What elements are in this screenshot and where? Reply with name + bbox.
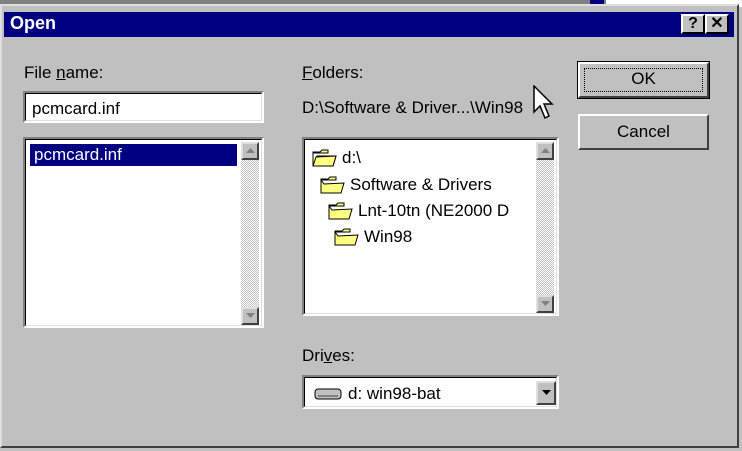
open-folder-icon [320,176,345,194]
drives-label: Drives: [302,346,355,365]
open-folder-icon [312,149,337,167]
folder-item-software-drivers[interactable]: Software & Drivers [320,172,492,198]
close-icon: ✕ [710,15,724,32]
folder-item-lnt-10tn[interactable]: Lnt-10tn (NE2000 D [328,198,509,224]
folder-item-d[interactable]: d:\ [312,145,361,171]
arrow-down-icon [246,313,255,318]
folder-list-scrollbar[interactable] [536,142,554,313]
dialog-title: Open [10,13,57,33]
scroll-up-button[interactable] [241,142,259,160]
scroll-up-button[interactable] [536,142,554,160]
cancel-button[interactable]: Cancel [578,114,709,150]
folder-list[interactable]: d:\ Software & Drivers Lnt-10tn (NE2000 … [302,137,559,316]
open-folder-icon [334,228,359,246]
list-item[interactable]: pcmcard.inf [30,144,237,166]
folders-label: Folders: [302,63,364,82]
help-icon: ? [688,15,698,32]
scroll-down-button[interactable] [241,307,259,325]
folder-item-win98[interactable]: Win98 [334,224,412,250]
help-button[interactable]: ? [681,14,705,34]
drives-select[interactable]: d: win98-bat [302,375,559,409]
title-bar[interactable]: Open ? ✕ [4,12,734,37]
drives-dropdown-button[interactable] [536,381,556,405]
arrow-up-icon [541,148,550,153]
drives-selected-value: d: win98-bat [348,384,441,403]
file-list-scrollbar[interactable] [241,142,259,325]
arrow-up-icon [246,148,255,153]
list-item-label: pcmcard.inf [34,145,122,164]
chevron-down-icon [542,390,551,395]
file-name-value: pcmcard.inf [32,99,120,118]
mouse-cursor-icon [533,85,554,120]
file-list[interactable]: pcmcard.inf [23,137,264,328]
arrow-down-icon [541,301,550,306]
close-button[interactable]: ✕ [705,14,729,34]
scroll-down-button[interactable] [536,295,554,313]
drive-icon [314,388,342,400]
current-path: D:\Software & Driver...\Win98 [302,98,524,117]
ok-button[interactable]: OK [577,61,710,99]
ok-button-label: OK [631,69,656,88]
file-name-label: File name: [24,63,104,82]
file-name-input[interactable]: pcmcard.inf [23,91,264,123]
cancel-button-label: Cancel [617,122,670,141]
open-folder-icon [328,202,353,220]
